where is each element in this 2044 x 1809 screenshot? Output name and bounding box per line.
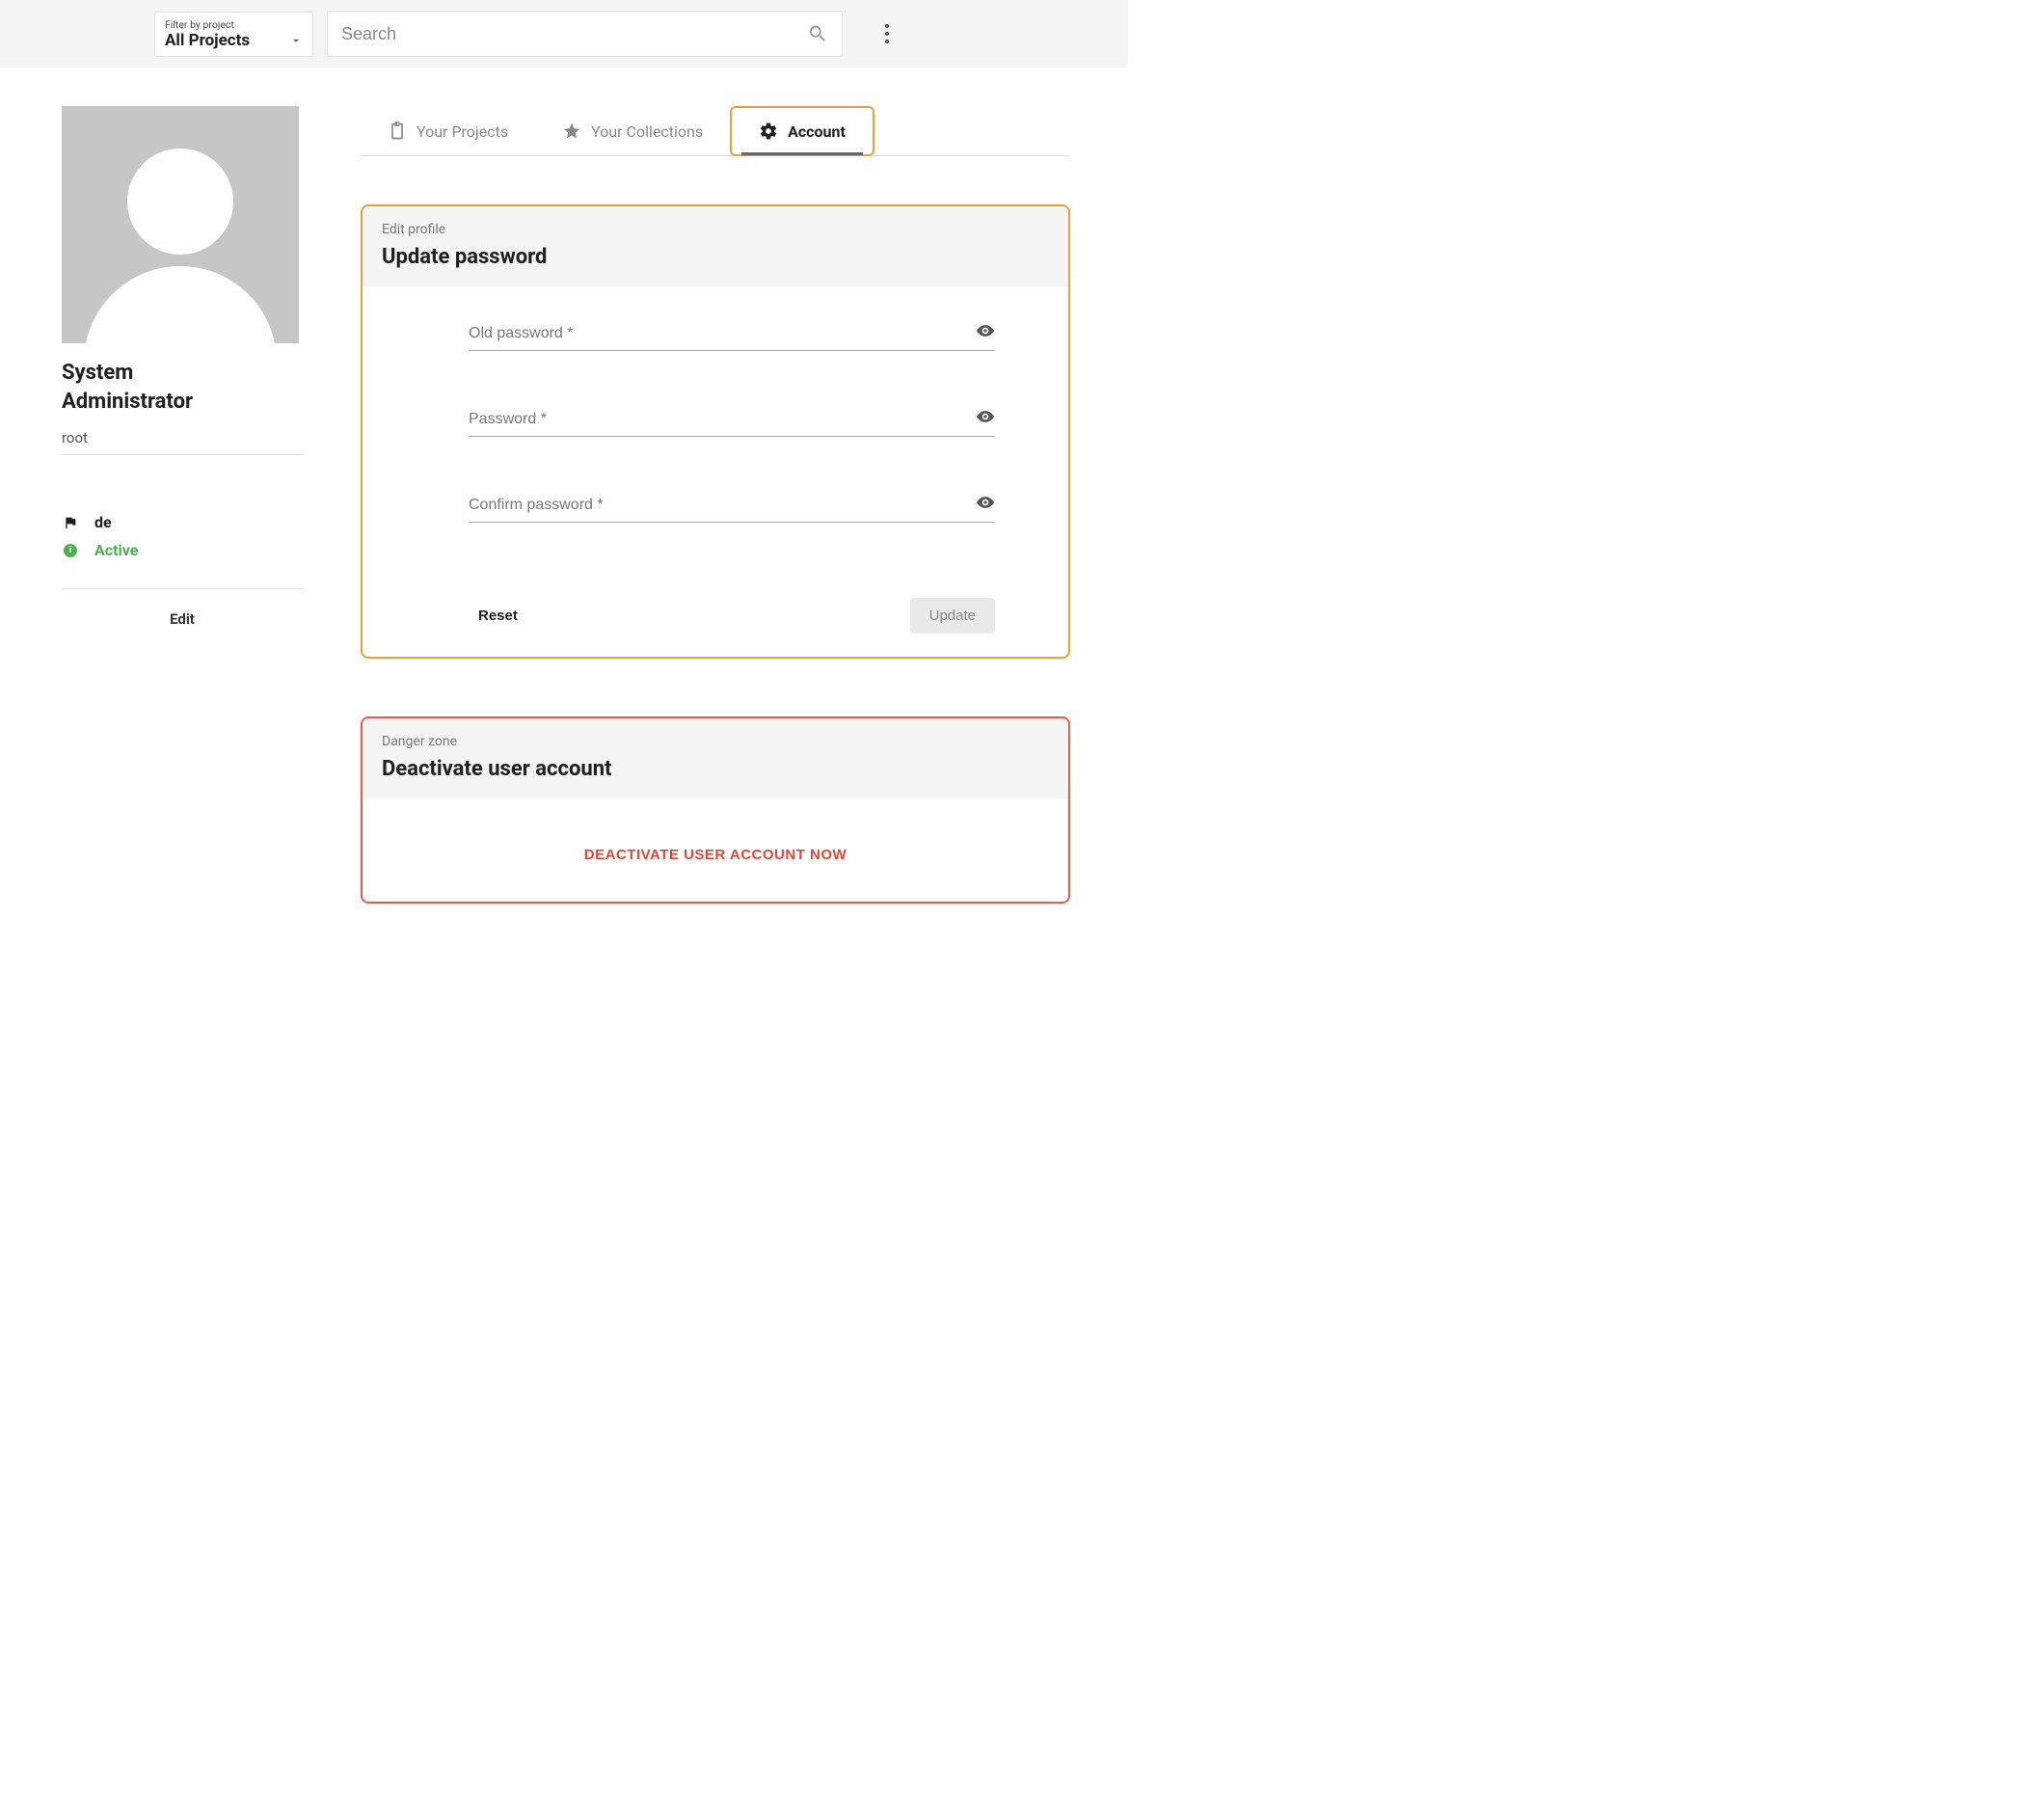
more-icon: [885, 24, 889, 43]
info-icon: i: [62, 544, 79, 557]
old-password-field-wrapper: [469, 319, 995, 351]
user-display-name: System Administrator: [62, 359, 303, 416]
project-filter-value: All Projects: [165, 31, 250, 50]
panel-title: Deactivate user account: [382, 757, 1049, 781]
danger-body: DEACTIVATE USER ACCOUNT NOW: [363, 798, 1068, 902]
new-password-field[interactable]: [469, 405, 995, 437]
update-password-panel: Edit profile Update password: [361, 204, 1070, 659]
tabs: Your Projects Your Collections Account: [361, 106, 1070, 156]
star-icon: [562, 122, 581, 141]
content-column: Your Projects Your Collections Account E…: [361, 106, 1070, 961]
gear-icon: [759, 122, 778, 141]
more-menu-button[interactable]: [870, 16, 904, 51]
tab-collections[interactable]: Your Collections: [535, 106, 730, 156]
new-password-field-wrapper: [469, 405, 995, 437]
deactivate-account-button[interactable]: DEACTIVATE USER ACCOUNT NOW: [584, 847, 847, 863]
chevron-down-icon: [289, 34, 303, 47]
user-info-list: de i Active: [62, 513, 303, 589]
old-password-field[interactable]: [469, 319, 995, 351]
tab-account[interactable]: Account: [730, 106, 874, 156]
tab-projects[interactable]: Your Projects: [361, 106, 535, 156]
search-input[interactable]: [341, 24, 799, 44]
project-filter-label: Filter by project: [165, 18, 303, 31]
flag-icon: [62, 515, 79, 530]
visibility-icon[interactable]: [976, 321, 995, 340]
search-box[interactable]: [327, 11, 843, 57]
panel-overline: Edit profile: [382, 222, 1049, 237]
tab-label: Your Collections: [591, 122, 703, 141]
confirm-password-field[interactable]: [469, 491, 995, 523]
status-value: Active: [94, 541, 138, 559]
confirm-password-field-wrapper: [469, 491, 995, 523]
password-button-row: Reset Update: [363, 598, 1068, 657]
edit-profile-link[interactable]: Edit: [62, 610, 303, 628]
reset-button[interactable]: Reset: [478, 608, 518, 624]
username: root: [62, 429, 303, 455]
main-content: System Administrator root de i Active Ed…: [0, 68, 1128, 1019]
language-row: de: [62, 513, 303, 531]
panel-title: Update password: [382, 245, 1049, 269]
password-form: [363, 286, 1068, 598]
status-row: i Active: [62, 541, 303, 559]
panel-header: Edit profile Update password: [363, 206, 1068, 286]
clipboard-icon: [388, 122, 407, 141]
language-value: de: [94, 513, 112, 531]
tab-label: Your Projects: [417, 122, 508, 141]
visibility-icon[interactable]: [976, 493, 995, 512]
panel-header: Danger zone Deactivate user account: [363, 718, 1068, 798]
search-icon[interactable]: [807, 23, 828, 44]
project-filter-dropdown[interactable]: Filter by project All Projects: [154, 12, 313, 57]
visibility-icon[interactable]: [976, 407, 995, 426]
user-sidebar: System Administrator root de i Active Ed…: [62, 106, 303, 628]
top-bar: Filter by project All Projects: [0, 0, 1128, 68]
danger-zone-panel: Danger zone Deactivate user account DEAC…: [361, 716, 1070, 904]
tab-label: Account: [788, 122, 846, 141]
panel-overline: Danger zone: [382, 734, 1049, 749]
avatar: [62, 106, 299, 343]
update-button[interactable]: Update: [910, 598, 995, 634]
